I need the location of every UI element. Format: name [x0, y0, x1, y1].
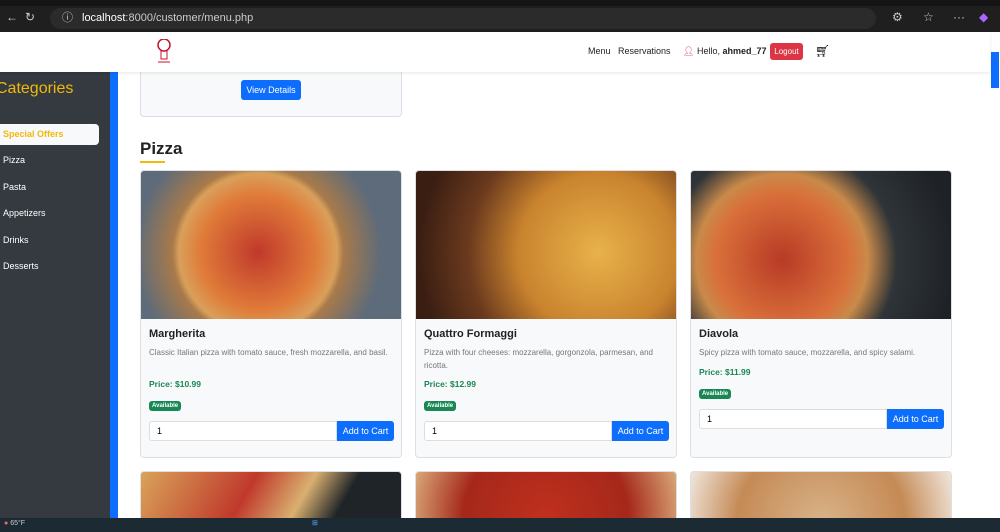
weather-widget[interactable]: ● 65°F — [4, 520, 25, 527]
info-icon: ⓘ — [62, 12, 73, 24]
item-description: Classic Italian pizza with tomato sauce,… — [149, 348, 388, 357]
availability-badge: Available — [699, 389, 732, 399]
restaurant-logo[interactable] — [155, 39, 173, 65]
tab-strip — [0, 0, 1000, 6]
sidebar-item-pizza[interactable]: Pizza — [0, 150, 99, 171]
favorites-icon[interactable]: ☆ — [923, 10, 934, 24]
pizza-image — [691, 171, 951, 319]
navbar: Menu Reservations 👤︎ Hello, ahmed_77 Log… — [0, 32, 990, 72]
item-name: Margherita — [149, 328, 206, 340]
item-description: Pizza with four cheeses: mozzarella, gor… — [424, 348, 654, 370]
item-price: Price: $12.99 — [424, 379, 476, 389]
sidebar-item-special-offers[interactable]: Special Offers — [0, 124, 99, 145]
sidebar-item-desserts[interactable]: Desserts — [0, 256, 99, 277]
more-icon[interactable]: ··· — [953, 10, 965, 24]
quantity-input[interactable] — [149, 421, 337, 441]
pizza-image — [141, 171, 401, 319]
item-description: Spicy pizza with tomato sauce, mozzarell… — [699, 348, 916, 357]
item-name: Diavola — [699, 328, 739, 340]
nav-menu-link[interactable]: Menu — [588, 46, 611, 56]
pizza-image — [416, 171, 676, 319]
start-icon[interactable]: ⊞ — [312, 519, 318, 527]
address-bar[interactable]: ⓘ localhost:8000/customer/menu.php — [50, 8, 876, 29]
add-to-cart-button[interactable]: Add to Cart — [612, 421, 669, 441]
menu-item-card: Quattro Formaggi Pizza with four cheeses… — [415, 170, 677, 458]
view-details-button[interactable]: View Details — [241, 80, 301, 100]
weather-icon: ● — [4, 520, 9, 527]
logout-button[interactable]: Logout — [770, 43, 803, 60]
cart-icon[interactable]: 🛒︎ — [815, 44, 830, 58]
sidebar-item-appetizers[interactable]: Appetizers — [0, 203, 99, 224]
add-to-cart-button[interactable]: Add to Cart — [337, 421, 394, 441]
menu-item-card: Diavola Spicy pizza with tomato sauce, m… — [690, 170, 952, 458]
reload-icon[interactable]: ↻ — [25, 10, 35, 24]
item-price: Price: $10.99 — [149, 379, 201, 389]
quantity-input[interactable] — [699, 409, 887, 429]
sidebar-accent-bar — [110, 72, 118, 518]
nav-reservations-link[interactable]: Reservations — [618, 46, 671, 56]
section-underline — [140, 161, 165, 163]
sidebar-item-drinks[interactable]: Drinks — [0, 230, 99, 251]
scrollbar[interactable] — [990, 32, 1000, 518]
browser-chrome: ← ↻ ⓘ localhost:8000/customer/menu.php ⚙ … — [0, 0, 1000, 32]
scrollbar-thumb[interactable] — [991, 52, 999, 88]
sidebar-item-pasta[interactable]: Pasta — [0, 177, 99, 198]
section-title: Pizza — [140, 139, 183, 158]
availability-badge: Available — [424, 401, 457, 411]
user-icon: 👤︎ — [683, 46, 695, 56]
taskbar: ● 65°F ⊞ — [0, 518, 1000, 532]
menu-item-card: Margherita Classic Italian pizza with to… — [140, 170, 402, 458]
item-price: Price: $11.99 — [699, 367, 751, 377]
categories-title: Categories — [0, 80, 74, 97]
availability-badge: Available — [149, 401, 182, 411]
user-greeting: 👤︎ Hello, ahmed_77 — [683, 46, 767, 56]
quantity-input[interactable] — [424, 421, 612, 441]
add-to-cart-button[interactable]: Add to Cart — [887, 409, 944, 429]
back-icon[interactable]: ← — [6, 10, 18, 24]
item-name: Quattro Formaggi — [424, 328, 517, 340]
copilot-icon[interactable]: ◆ — [979, 10, 988, 24]
extensions-icon[interactable]: ⚙ — [892, 10, 903, 24]
